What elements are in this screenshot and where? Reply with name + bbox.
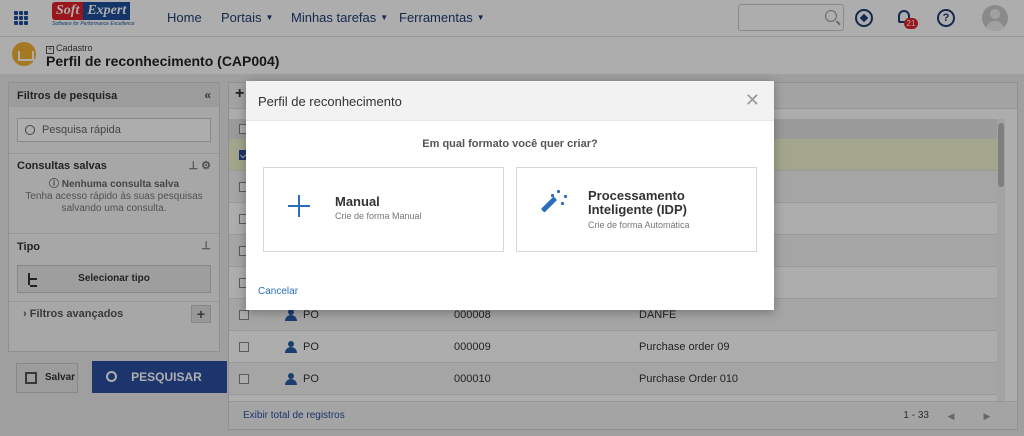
plus-icon [288, 195, 310, 217]
close-icon[interactable]: ✕ [745, 90, 760, 111]
option-title-line2: Inteligente (IDP) [588, 202, 687, 217]
create-format-dialog: Perfil de reconhecimento ✕ Em qual forma… [246, 81, 774, 310]
dialog-title: Perfil de reconhecimento [258, 94, 402, 109]
idp-option-card[interactable]: Processamento Inteligente (IDP) Crie de … [516, 167, 757, 252]
cancel-link[interactable]: Cancelar [258, 286, 298, 297]
dialog-question: Em qual formato você quer criar? [422, 138, 598, 150]
option-title: Manual [335, 194, 380, 209]
dialog-header: Perfil de reconhecimento ✕ [246, 81, 774, 121]
option-subtitle: Crie de forma Manual [335, 211, 422, 221]
manual-option-card[interactable]: Manual Crie de forma Manual [263, 167, 504, 252]
option-title-line1: Processamento [588, 188, 685, 203]
magic-wand-icon [537, 188, 567, 218]
option-subtitle: Crie de forma Automática [588, 220, 690, 230]
